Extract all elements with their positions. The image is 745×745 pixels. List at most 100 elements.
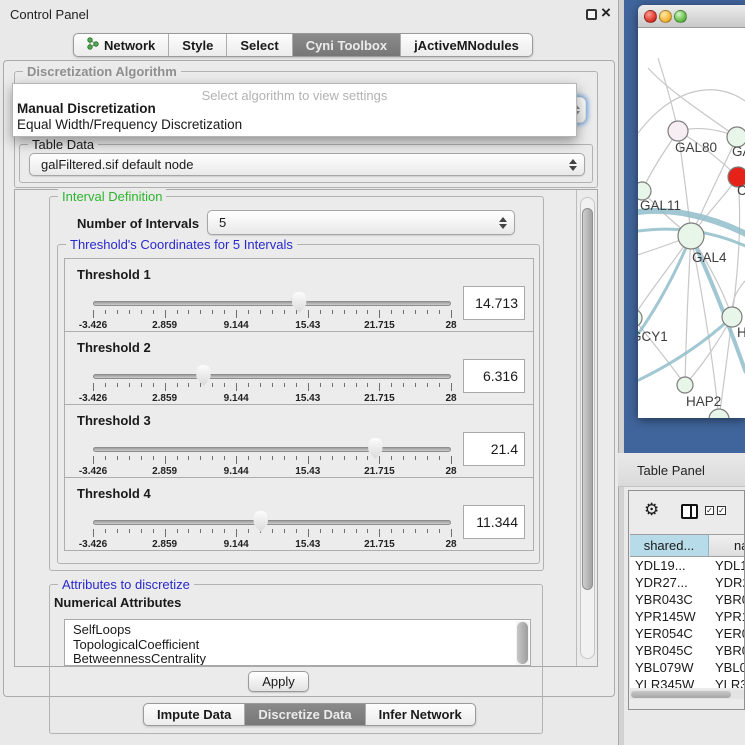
settings-scrollbar[interactable] bbox=[580, 197, 595, 659]
table-cell-shared-name[interactable]: YBL079W bbox=[630, 659, 709, 676]
table-cell-name[interactable]: YER0 bbox=[709, 625, 744, 642]
gear-icon[interactable]: ⚙ bbox=[644, 501, 659, 518]
bottom-tab-label: Discretize Data bbox=[258, 707, 351, 722]
table-cell-shared-name[interactable]: YDL19... bbox=[630, 557, 709, 574]
tab-cyni-toolbox[interactable]: Cyni Toolbox bbox=[293, 34, 401, 56]
network-node-label: GAL11 bbox=[640, 198, 681, 213]
zoom-traffic-light[interactable] bbox=[674, 10, 687, 23]
table-row[interactable]: YER054CYER0 bbox=[630, 625, 744, 642]
threshold-slider[interactable]: -3.4262.8599.14415.4321.71528 bbox=[93, 368, 451, 402]
threshold-slider[interactable]: -3.4262.8599.14415.4321.71528 bbox=[93, 295, 451, 329]
table-cell-shared-name[interactable]: YBR043C bbox=[630, 591, 709, 608]
table-data-label: Table Data bbox=[28, 137, 98, 152]
network-edge bbox=[685, 236, 691, 385]
table-row[interactable]: YBR045CYBR0 bbox=[630, 642, 744, 659]
threshold-value-field[interactable]: 6.316 bbox=[463, 359, 525, 393]
table-cell-name[interactable]: YLR3 bbox=[709, 676, 744, 688]
network-canvas[interactable]: GAL80GACGAL11GAL4GCY1HHAP2 bbox=[638, 28, 745, 418]
table-cell-name[interactable]: YBL0 bbox=[709, 659, 744, 676]
slider-track[interactable] bbox=[93, 301, 451, 306]
slider-tick-labels: -3.4262.8599.14415.4321.71528 bbox=[93, 393, 451, 404]
network-node[interactable] bbox=[668, 121, 688, 141]
list-scrollbar[interactable] bbox=[516, 621, 529, 665]
columns-icon[interactable] bbox=[681, 504, 698, 519]
tab-select[interactable]: Select bbox=[227, 34, 292, 56]
minimize-traffic-light[interactable] bbox=[659, 10, 672, 23]
combo-arrows-icon bbox=[499, 217, 507, 229]
attribute-list-item[interactable]: BetweennessCentrality bbox=[65, 652, 530, 666]
table-cell-name[interactable]: YDL1 bbox=[709, 557, 744, 574]
checkbox-icon[interactable]: ✓ bbox=[705, 506, 714, 515]
bottom-tab-discretize-data[interactable]: Discretize Data bbox=[245, 704, 365, 725]
apply-button[interactable]: Apply bbox=[248, 671, 309, 692]
table-row[interactable]: YDR27...YDR2 bbox=[630, 574, 744, 591]
slider-track[interactable] bbox=[93, 520, 451, 525]
panel-title: Control Panel bbox=[10, 7, 89, 22]
number-of-intervals-label: Number of Intervals bbox=[77, 216, 199, 231]
column-header-name[interactable]: na bbox=[709, 535, 744, 556]
tab-jactivemnodules[interactable]: jActiveMNodules bbox=[401, 34, 532, 56]
close-icon[interactable]: × bbox=[601, 3, 611, 23]
threshold-slider[interactable]: -3.4262.8599.14415.4321.71528 bbox=[93, 514, 451, 548]
column-header-shared[interactable]: shared... bbox=[630, 535, 709, 556]
table-cell-name[interactable]: YDR2 bbox=[709, 574, 744, 591]
slider-track[interactable] bbox=[93, 447, 451, 452]
dropdown-item-equal-width-frequency[interactable]: Equal Width/Frequency Discretization bbox=[17, 117, 242, 132]
table-cell-name[interactable]: YBR0 bbox=[709, 591, 744, 608]
slider-tick-labels: -3.4262.8599.14415.4321.71528 bbox=[93, 539, 451, 550]
table-cell-name[interactable]: YBR0 bbox=[709, 642, 744, 659]
checkbox-icon[interactable]: ✓ bbox=[717, 506, 726, 515]
network-node[interactable] bbox=[677, 377, 693, 393]
table-cell-shared-name[interactable]: YER054C bbox=[630, 625, 709, 642]
bottom-tab-impute-data[interactable]: Impute Data bbox=[144, 704, 245, 725]
tab-label: jActiveMNodules bbox=[414, 38, 519, 53]
threshold-value-field[interactable]: 21.4 bbox=[463, 432, 525, 466]
network-node[interactable] bbox=[709, 409, 729, 418]
bottom-tab-infer-network[interactable]: Infer Network bbox=[366, 704, 475, 725]
network-icon bbox=[87, 37, 99, 53]
tab-network[interactable]: Network bbox=[74, 34, 169, 56]
threshold-value-field[interactable]: 11.344 bbox=[463, 505, 525, 539]
network-node-label: HAP2 bbox=[686, 394, 721, 409]
threshold-coordinates-group: Threshold's Coordinates for 5 Intervals … bbox=[57, 244, 540, 564]
table-cell-shared-name[interactable]: YPR145W bbox=[630, 608, 709, 625]
screen: Control Panel × NetworkStyle Select Cyni T… bbox=[0, 0, 745, 745]
attribute-list-item[interactable]: SelfLoops bbox=[65, 623, 530, 638]
settings-scrollbar-thumb[interactable] bbox=[582, 208, 593, 590]
table-cell-shared-name[interactable]: YBR045C bbox=[630, 642, 709, 659]
number-of-intervals-combobox[interactable]: 5 bbox=[207, 210, 515, 235]
table-row[interactable]: YDL19...YDL1 bbox=[630, 557, 744, 574]
float-window-icon[interactable] bbox=[586, 9, 597, 20]
network-node[interactable] bbox=[722, 307, 742, 327]
list-scrollbar-thumb[interactable] bbox=[517, 622, 528, 664]
table-row[interactable]: YBL079WYBL0 bbox=[630, 659, 744, 676]
network-node[interactable] bbox=[638, 309, 642, 327]
table-cell-shared-name[interactable]: YLR345W bbox=[630, 676, 709, 688]
attribute-list-item[interactable]: TopologicalCoefficient bbox=[65, 638, 530, 653]
table-row[interactable]: YBR043CYBR0 bbox=[630, 591, 744, 608]
table-hscrollbar-thumb[interactable] bbox=[631, 691, 731, 698]
table-cell-shared-name[interactable]: YDR27... bbox=[630, 574, 709, 591]
table-cell-name[interactable]: YPR1 bbox=[709, 608, 744, 625]
network-window-titlebar[interactable] bbox=[638, 5, 745, 28]
top-tab-bar: NetworkStyle Select Cyni Toolbox jActiveMNo… bbox=[73, 33, 533, 57]
table-row[interactable]: YPR145WYPR1 bbox=[630, 608, 744, 625]
network-node[interactable] bbox=[678, 223, 704, 249]
close-traffic-light[interactable] bbox=[644, 10, 657, 23]
bottom-tab-bar: Impute Data Discretize Data Infer Network bbox=[143, 703, 476, 726]
numerical-attributes-list[interactable]: SelfLoopsTopologicalCoefficientBetweenne… bbox=[64, 619, 531, 666]
threshold-slider[interactable]: -3.4262.8599.14415.4321.71528 bbox=[93, 441, 451, 475]
slider-track[interactable] bbox=[93, 374, 451, 379]
threshold-row: Threshold 4-3.4262.8599.14415.4321.71528… bbox=[64, 477, 534, 551]
table-hscrollbar[interactable] bbox=[630, 690, 744, 699]
tab-label: Select bbox=[240, 38, 278, 53]
tab-style[interactable]: Style bbox=[169, 34, 227, 56]
threshold-value-field[interactable]: 14.713 bbox=[463, 286, 525, 320]
table-row[interactable]: YLR345WYLR3 bbox=[630, 676, 744, 688]
cyni-toolbox-content: Discretization Algorithm Table Data galF… bbox=[3, 60, 615, 697]
discretization-algorithm-label: Discretization Algorithm bbox=[23, 64, 181, 79]
dropdown-item-manual-discretization[interactable]: Manual Discretization bbox=[17, 101, 156, 116]
right-panel: GAL80GACGAL11GAL4GCY1HHAP2 Table Panel ⚙… bbox=[618, 0, 745, 745]
table-data-combobox[interactable]: galFiltered.sif default node bbox=[29, 153, 585, 176]
network-node-label: GCY1 bbox=[638, 329, 668, 344]
